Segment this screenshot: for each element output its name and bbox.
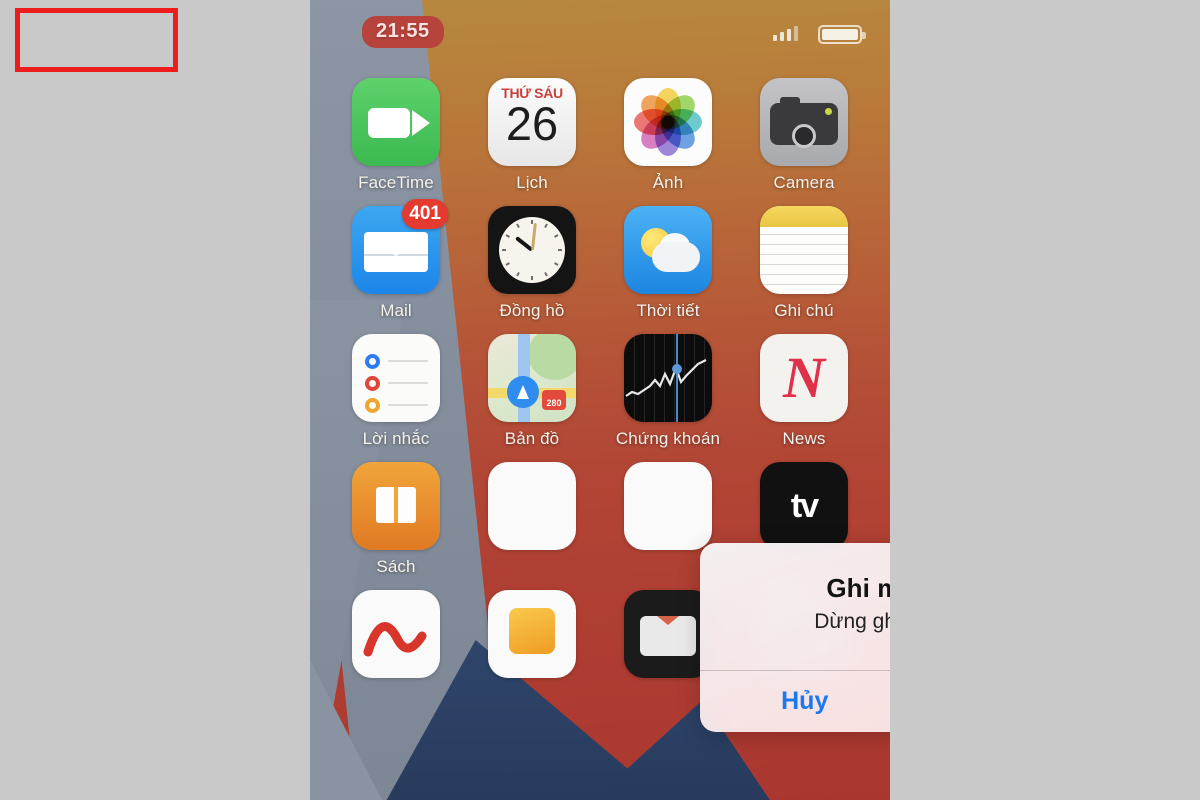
- app-label: Lịch: [516, 173, 548, 192]
- app-reminders[interactable]: Lời nhắc: [342, 334, 450, 449]
- notes-line: [760, 274, 848, 275]
- app-label: Chứng khoán: [615, 429, 721, 448]
- app-weather[interactable]: Thời tiết: [614, 206, 722, 321]
- app-label: Bản đồ: [504, 429, 560, 448]
- cellular-signal-icon: [773, 26, 798, 41]
- app-notes[interactable]: Ghi chú: [750, 206, 858, 321]
- notes-line: [760, 264, 848, 265]
- notes-icon: [760, 206, 848, 294]
- app-label: Đồng hồ: [499, 301, 565, 320]
- alert-message: Dừng ghi màn hình?: [814, 610, 890, 633]
- recording-time-indicator[interactable]: 21:55: [362, 16, 444, 48]
- maps-icon: 280: [488, 334, 576, 422]
- reminders-icon: [352, 334, 440, 422]
- news-icon: N: [760, 334, 848, 422]
- stocks-icon: [624, 334, 712, 422]
- reminder-dot: [365, 376, 380, 391]
- app-label: News: [782, 429, 826, 448]
- stocks-gridline: [684, 334, 685, 422]
- apple-tv-icon: tv: [760, 462, 848, 550]
- reminder-line: [388, 382, 428, 384]
- stocks-gridline: [694, 334, 695, 422]
- status-bar: 21:55: [310, 0, 890, 64]
- calendar-icon: THỨ SÁU 26: [488, 78, 576, 166]
- app-label: Mail: [380, 301, 412, 320]
- clock-icon: [488, 206, 576, 294]
- alert-title: Ghi màn hình: [826, 573, 890, 603]
- app-store-icon: [488, 462, 576, 550]
- app-label: Camera: [773, 173, 835, 192]
- notes-line: [760, 234, 848, 235]
- app-store-icon: [352, 590, 440, 678]
- notes-line: [760, 244, 848, 245]
- alert-body: Ghi màn hình Dừng ghi màn hình?: [700, 543, 890, 654]
- stocks-gridline: [654, 334, 655, 422]
- reminder-line: [388, 360, 428, 362]
- maps-route-shield: 280: [546, 398, 562, 408]
- app-itunes[interactable]: [478, 590, 586, 685]
- app-books[interactable]: Sách: [342, 462, 450, 577]
- app-label: Ghi chú: [774, 301, 834, 320]
- screenshot-canvas: 21:55 FaceTime THỨ SÁU 26 Lịch Ảnh Camer…: [0, 0, 1200, 800]
- books-icon: [352, 462, 440, 550]
- reminder-line: [388, 404, 428, 406]
- calendar-day-number: 26: [505, 97, 559, 150]
- app-clock[interactable]: Đồng hồ: [478, 206, 586, 321]
- app-appstore[interactable]: [342, 590, 450, 685]
- stocks-gridline: [634, 334, 635, 422]
- app-camera[interactable]: Camera: [750, 78, 858, 193]
- reminder-dot: [365, 354, 380, 369]
- notes-line: [760, 254, 848, 255]
- screen-recording-alert: Ghi màn hình Dừng ghi màn hình? Hủy Dừng: [700, 543, 890, 732]
- weather-icon: [624, 206, 712, 294]
- alert-actions: Hủy Dừng: [700, 670, 890, 732]
- app-stocks[interactable]: Chứng khoán: [614, 334, 722, 449]
- stocks-gridline: [704, 334, 705, 422]
- notes-line: [760, 284, 848, 285]
- camera-icon: [760, 78, 848, 166]
- app-label: Thời tiết: [636, 301, 700, 320]
- app-label: Lời nhắc: [362, 429, 430, 448]
- app-label: Ảnh: [652, 173, 684, 192]
- app-row: 401 Mail Đồng hồ Thời tiết Ghi chú: [310, 199, 890, 321]
- app-news[interactable]: N News: [750, 334, 858, 449]
- stocks-gridline: [664, 334, 665, 422]
- app-label: Sách: [376, 557, 416, 576]
- app-store-swoosh: [363, 622, 427, 657]
- app-row: FaceTime THỨ SÁU 26 Lịch Ảnh Camera: [310, 78, 890, 193]
- stocks-line-chart: [625, 359, 707, 397]
- app-calendar[interactable]: THỨ SÁU 26 Lịch: [478, 78, 586, 193]
- app-maps[interactable]: 280 Bản đồ: [478, 334, 586, 449]
- cancel-button[interactable]: Hủy: [700, 671, 890, 732]
- stocks-gridline: [644, 334, 645, 422]
- app-facetime[interactable]: FaceTime: [342, 78, 450, 193]
- itunes-icon: [488, 590, 576, 678]
- app-row: Lời nhắc 280 Bản đồ Chứng khoán N News: [310, 334, 890, 449]
- app-photos[interactable]: Ảnh: [614, 78, 722, 193]
- podcasts-icon: [624, 462, 712, 550]
- app-label: FaceTime: [358, 173, 434, 192]
- annotation-highlight-box: [15, 8, 178, 72]
- wallet-icon: [624, 590, 712, 678]
- app-appstore-r4[interactable]: [478, 462, 586, 577]
- battery-icon: [818, 25, 866, 44]
- clock-tick: [531, 250, 533, 280]
- photos-icon: [624, 78, 712, 166]
- reminder-dot: [365, 398, 380, 413]
- badge-count: 401: [402, 199, 448, 229]
- app-mail[interactable]: 401 Mail: [342, 199, 450, 321]
- iphone-home-screen: 21:55 FaceTime THỨ SÁU 26 Lịch Ảnh Camer…: [310, 0, 890, 800]
- facetime-icon: [352, 78, 440, 166]
- stocks-gridline: [674, 334, 675, 422]
